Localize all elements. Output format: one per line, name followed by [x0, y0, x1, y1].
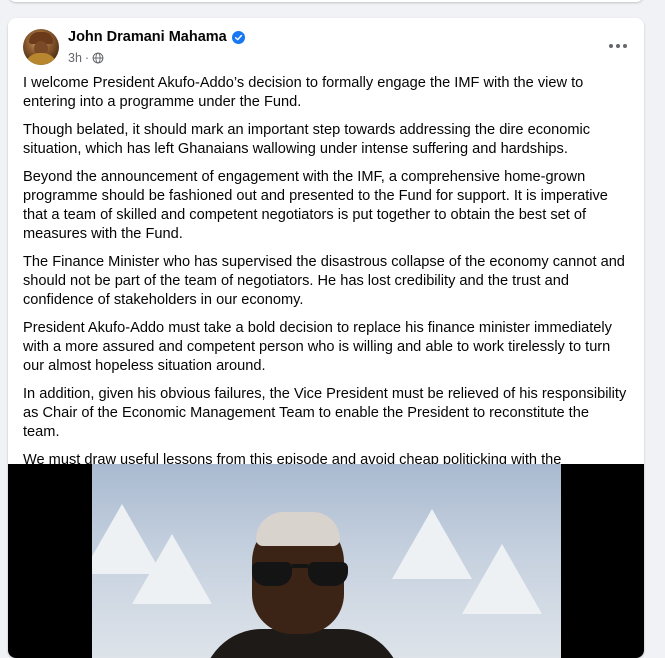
globe-icon[interactable]: [92, 52, 104, 64]
post-paragraph: Beyond the announcement of engagement wi…: [23, 169, 608, 242]
post-header: John Dramani Mahama 3h ·: [8, 18, 644, 70]
post-photo: [92, 464, 561, 658]
post-paragraph: I welcome President Akufo-Addo’s decisio…: [23, 75, 584, 110]
post-paragraph: Though belated, it should mark an import…: [23, 122, 591, 157]
post-image[interactable]: [8, 464, 644, 658]
previous-post-card: [8, 0, 644, 2]
post-text: I welcome President Akufo-Addo’s decisio…: [8, 70, 644, 489]
author-avatar[interactable]: [23, 29, 59, 65]
post-paragraph: In addition, given his obvious failures,…: [23, 386, 627, 440]
post-timestamp[interactable]: 3h: [68, 51, 82, 65]
author-name[interactable]: John Dramani Mahama: [68, 29, 227, 45]
meta-separator: ·: [84, 51, 90, 65]
more-options-icon[interactable]: [606, 36, 630, 56]
post-meta: 3h ·: [68, 51, 104, 65]
post-paragraph: President Akufo-Addo must take a bold de…: [23, 320, 612, 374]
author-name-row: John Dramani Mahama: [68, 29, 245, 45]
sunglasses: [252, 559, 348, 587]
post-card: John Dramani Mahama 3h · I welcome Presi…: [8, 18, 644, 658]
post-paragraph: The Finance Minister who has supervised …: [23, 254, 625, 308]
verified-badge-icon: [231, 30, 245, 44]
